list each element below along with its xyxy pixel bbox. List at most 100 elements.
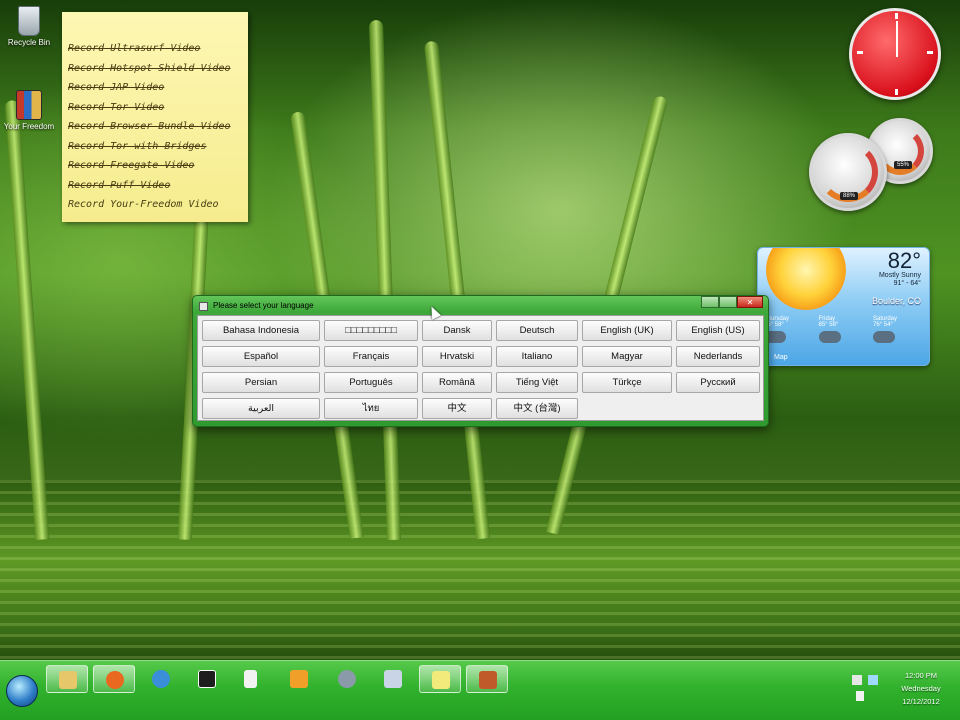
forecast-day: Friday 85° 58° — [818, 316, 869, 343]
media-player-icon — [290, 670, 308, 688]
7zip-icon — [198, 670, 216, 688]
desktop-icon-label: Recycle Bin — [7, 38, 51, 47]
clock-tick — [857, 51, 863, 54]
wallpaper-grass-blade — [368, 19, 402, 541]
taskbar-item-network[interactable] — [326, 665, 368, 693]
globe-icon — [338, 670, 356, 688]
weather-gadget[interactable]: 82° Mostly Sunny 91° - 64° Boulder, CO T… — [757, 247, 930, 366]
weather-forecast: Thursday 85° 58° Friday 85° 58° Saturday… — [764, 316, 923, 343]
clock-gadget[interactable] — [849, 8, 941, 100]
language-button[interactable]: Tiếng Việt — [496, 372, 578, 393]
language-button[interactable]: Русский — [676, 372, 760, 393]
clock-date: 12/12/2012 — [902, 697, 940, 706]
recycle-bin-icon — [18, 6, 40, 36]
sticky-notes-icon — [432, 671, 450, 689]
taskbar-item-explorer[interactable] — [46, 665, 88, 693]
taskbar-item-firefox[interactable] — [93, 665, 135, 693]
sticky-note-line: Record Tor Video — [68, 101, 165, 113]
firefox-icon — [106, 671, 124, 689]
weather-condition: Mostly Sunny — [878, 272, 921, 279]
forecast-day-temps: 85° 58° — [818, 322, 839, 328]
network-icon[interactable] — [868, 675, 878, 685]
language-button[interactable]: English (UK) — [582, 320, 672, 341]
thunderstorm-icon — [818, 331, 841, 343]
taskbar-item-sticky-notes[interactable] — [419, 665, 461, 693]
clock-time: 12:00 PM — [904, 671, 938, 680]
your-freedom-icon — [479, 671, 497, 689]
language-button[interactable]: العربية — [202, 398, 320, 419]
wallpaper-grass-blade — [4, 100, 50, 540]
sticky-note-line: Record Tor with Bridges — [68, 140, 207, 152]
close-button[interactable]: ✕ — [737, 296, 763, 308]
clock-day: Wednesday — [901, 684, 941, 693]
taskbar-item-media-player[interactable] — [278, 665, 320, 693]
weather-city: Boulder, CO — [871, 296, 921, 306]
clock-tick — [895, 89, 898, 95]
weather-map-link[interactable]: Map — [774, 354, 788, 361]
language-button[interactable]: Français — [324, 346, 418, 367]
weather-temperature: 82° — [887, 248, 921, 273]
your-freedom-icon — [16, 90, 42, 120]
desktop-icon-your-freedom[interactable]: Your Freedom — [2, 90, 56, 131]
java-window-icon — [199, 302, 208, 311]
dialog-title: Please select your language — [213, 301, 314, 310]
maximize-button[interactable] — [719, 296, 737, 308]
sun-icon — [766, 248, 846, 310]
taskbar-item-solitaire[interactable] — [232, 665, 274, 693]
minimize-button[interactable] — [701, 296, 719, 308]
meter-readout: 88% — [840, 192, 859, 200]
sticky-note-line: Record Hotspot Shield Video — [68, 62, 231, 74]
action-center-icon[interactable] — [852, 675, 862, 685]
window-controls: ✕ — [701, 296, 763, 308]
weather-range: 91° - 64° — [893, 280, 921, 287]
language-button[interactable]: □□□□□□□□□ — [324, 320, 418, 341]
sticky-note-line: Record Your-Freedom Video — [68, 199, 219, 210]
taskbar-clock[interactable]: 12:00 PM Wednesday 12/12/2012 — [886, 669, 956, 708]
language-button[interactable]: 中文 (台灣) — [496, 398, 578, 419]
sticky-note-line: Record Freegate Video — [68, 160, 195, 171]
language-button[interactable]: 中文 — [422, 398, 492, 419]
forecast-day: Thursday 85° 58° — [764, 316, 814, 343]
language-button[interactable]: Magyar — [582, 346, 672, 367]
sticky-note-line: Record Ultrasurf Video — [68, 43, 201, 54]
taskbar-item-7zip[interactable] — [186, 665, 228, 693]
thunderstorm-icon — [873, 331, 895, 343]
remote-desktop-icon — [384, 670, 402, 688]
language-button[interactable]: ไทย — [324, 398, 418, 419]
memory-meter-gadget[interactable]: 88% — [809, 133, 887, 211]
desktop-icon-recycle-bin[interactable]: Recycle Bin — [2, 6, 56, 47]
desktop-icon-label: Your Freedom — [3, 122, 55, 131]
taskbar-item-your-freedom[interactable] — [466, 665, 508, 693]
clock-tick — [895, 13, 898, 19]
meter-readout: 55% — [894, 161, 913, 169]
language-button[interactable]: Português — [324, 372, 418, 393]
taskbar-item-remote-desktop[interactable] — [372, 665, 414, 693]
forecast-day-temps: 76° 54° — [873, 322, 893, 328]
taskbar: 12:00 PM Wednesday 12/12/2012 — [0, 660, 960, 720]
sticky-note[interactable]: Record Ultrasurf Video Record Hotspot Sh… — [62, 12, 248, 222]
forecast-day-temps: 85° 58° — [764, 322, 784, 328]
language-button[interactable]: Nederlands — [676, 346, 760, 367]
start-button[interactable] — [6, 675, 38, 707]
language-grid: Bahasa Indonesia □□□□□□□□□ Dansk Deutsch… — [197, 315, 764, 421]
language-button[interactable]: Türkçe — [582, 372, 672, 393]
forecast-day: Saturday 76° 54° — [873, 316, 923, 343]
language-button[interactable]: Hrvatski — [422, 346, 492, 367]
volume-icon[interactable] — [856, 691, 864, 701]
language-button[interactable]: Deutsch — [496, 320, 578, 341]
wallpaper-grass-blade — [423, 40, 491, 540]
language-button[interactable]: Română — [422, 372, 492, 393]
language-button[interactable]: Dansk — [422, 320, 492, 341]
sticky-note-line: Record Browser Bundle Video — [68, 121, 231, 132]
language-button[interactable]: English (US) — [676, 320, 760, 341]
language-button[interactable]: Bahasa Indonesia — [202, 320, 320, 341]
clock-tick — [927, 51, 933, 54]
close-icon: ✕ — [746, 298, 754, 307]
language-button[interactable]: Italiano — [496, 346, 578, 367]
language-dialog: Please select your language ✕ Bahasa Ind… — [192, 295, 769, 427]
solitaire-icon — [244, 670, 257, 688]
folder-icon — [59, 671, 77, 689]
language-button[interactable]: Español — [202, 346, 320, 367]
taskbar-item-internet-explorer[interactable] — [140, 665, 182, 693]
language-button[interactable]: Persian — [202, 372, 320, 393]
